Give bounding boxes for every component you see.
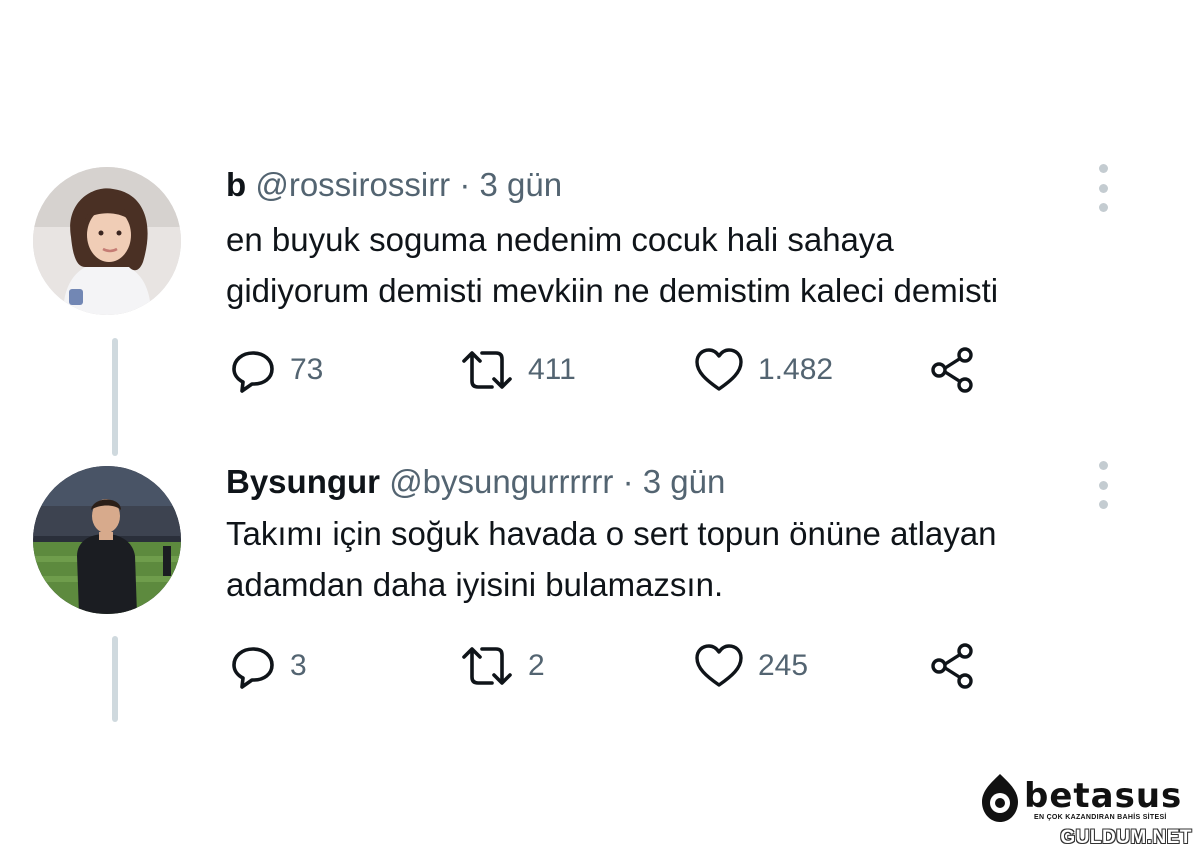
retweet-button[interactable]: 411	[460, 345, 576, 395]
reply-count: 3	[290, 649, 307, 682]
reply-button[interactable]: 73	[230, 345, 323, 395]
display-name[interactable]: Bysungur	[226, 463, 380, 500]
tweet-actions: 3 2 245	[226, 641, 986, 691]
heart-icon	[695, 348, 743, 391]
watermark: GULDUM.NET	[1060, 827, 1192, 848]
like-button[interactable]: 245	[694, 641, 808, 691]
like-button[interactable]: 1.482	[694, 345, 833, 395]
avatar[interactable]	[33, 167, 181, 315]
separator: ·	[622, 463, 634, 500]
share-icon	[931, 643, 973, 689]
reply-button[interactable]: 3	[230, 641, 307, 691]
like-count: 245	[758, 649, 809, 682]
user-handle[interactable]: @bysungurrrrrr	[389, 463, 613, 500]
tweet-text-line: en buyuk soguma nedenim cocuk hali sahay…	[226, 221, 894, 258]
tweet-header: b @rossirossirr · 3 gün	[226, 165, 562, 205]
retweet-button[interactable]: 2	[460, 641, 545, 691]
share-button[interactable]	[928, 345, 976, 395]
avatar-young-woman-image	[33, 167, 181, 315]
retweet-icon	[462, 351, 512, 389]
retweet-icon	[462, 647, 512, 685]
like-count: 1.482	[758, 353, 834, 386]
user-handle[interactable]: @rossirossirr	[255, 166, 450, 203]
tweet-actions: 73 411 1.482	[226, 345, 986, 395]
thread-line	[112, 338, 118, 456]
tweet-text-line: adamdan daha iyisini bulamazsın.	[226, 566, 724, 603]
tweet-text: en buyuk soguma nedenim cocuk hali sahay…	[226, 214, 998, 316]
share-icon	[931, 347, 973, 393]
separator: ·	[459, 166, 471, 203]
tweet-header: Bysungur @bysungurrrrrr · 3 gün	[226, 462, 725, 502]
retweet-count: 2	[528, 649, 545, 682]
tweet-text-line: gidiyorum demisti mevkiin ne demistim ka…	[226, 272, 999, 309]
logo-mark-icon	[982, 774, 1018, 822]
more-vertical-icon[interactable]	[1098, 164, 1108, 212]
timestamp[interactable]: 3 gün	[643, 463, 726, 500]
display-name[interactable]: b	[226, 166, 246, 203]
logo-tagline: EN ÇOK KAZANDIRAN BAHİS SİTESİ	[1034, 814, 1167, 821]
betasus-logo: betasus EN ÇOK KAZANDIRAN BAHİS SİTESİ	[978, 772, 1181, 828]
heart-icon	[695, 644, 743, 687]
logo-text: betasus	[1024, 776, 1183, 816]
avatar[interactable]	[33, 466, 181, 614]
retweet-count: 411	[528, 353, 576, 386]
tweet-text-line: Takımı için soğuk havada o sert topun ön…	[226, 515, 997, 552]
avatar-man-in-stadium-image	[33, 466, 181, 614]
more-vertical-icon[interactable]	[1098, 461, 1108, 509]
tweet-text: Takımı için soğuk havada o sert topun ön…	[226, 508, 997, 610]
reply-icon	[232, 351, 274, 393]
reply-count: 73	[290, 353, 324, 386]
share-button[interactable]	[928, 641, 976, 691]
timestamp[interactable]: 3 gün	[480, 166, 563, 203]
reply-icon	[232, 647, 274, 689]
thread-line	[112, 636, 118, 722]
